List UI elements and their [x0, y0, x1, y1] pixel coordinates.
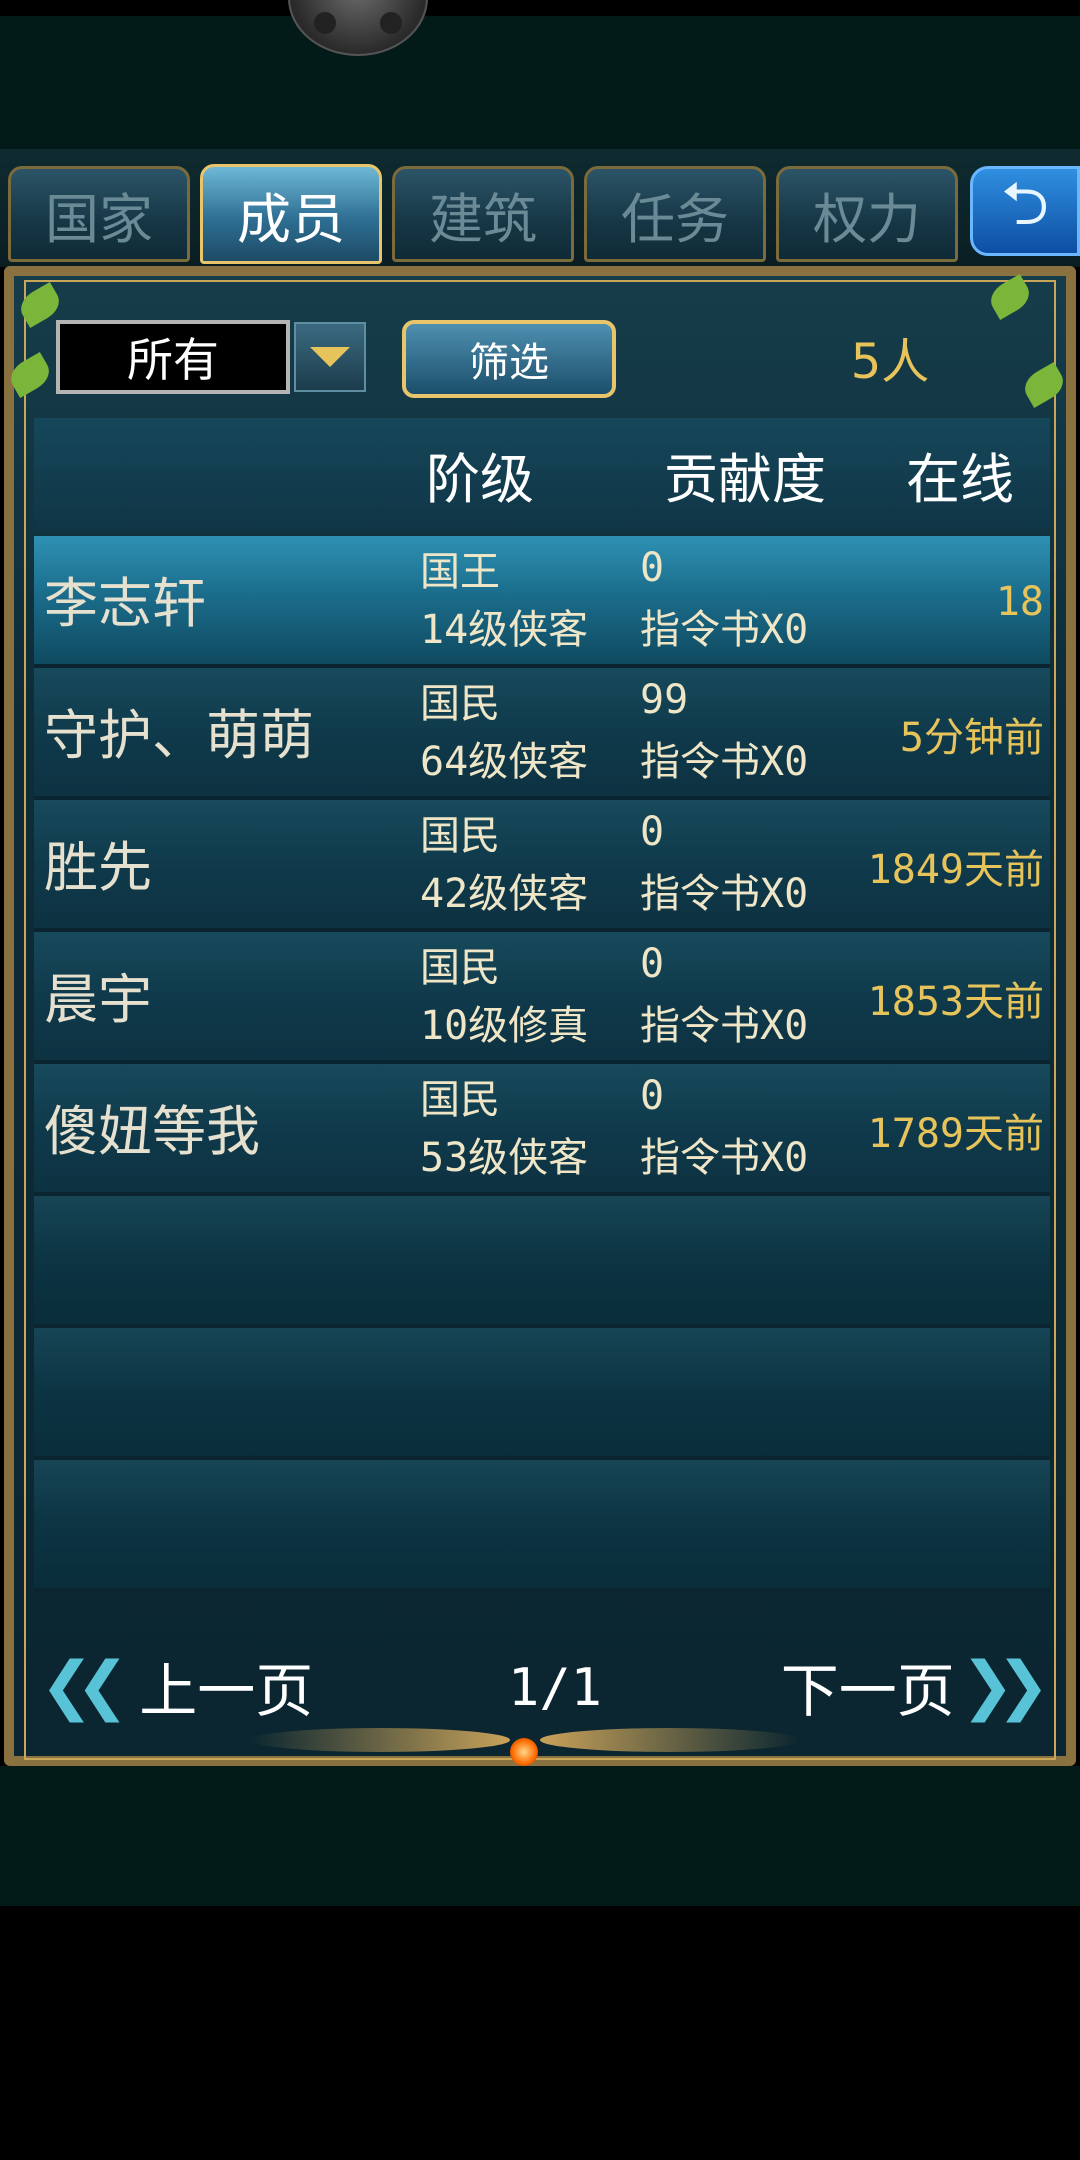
member-contribution: 0 — [640, 809, 665, 855]
filter-select[interactable]: 所有 — [56, 320, 290, 394]
member-contribution: 0 — [640, 545, 665, 591]
member-name: 傻妞等我 — [44, 1099, 260, 1163]
member-name: 晨宇 — [44, 967, 152, 1031]
member-level: 10级修真 — [420, 1003, 589, 1049]
member-contribution: 99 — [640, 677, 689, 723]
next-page-label: 下一页 — [780, 1657, 955, 1725]
member-name: 守护、萌萌 — [44, 703, 314, 767]
member-online: 1849天前 — [867, 847, 1044, 893]
prev-page-button[interactable]: ❮❮ 上一页 — [40, 1646, 340, 1726]
double-chevron-left-icon: ❮❮ — [40, 1649, 129, 1723]
member-orders: 指令书X0 — [640, 1135, 809, 1181]
member-rank: 国民 — [420, 813, 500, 859]
page-indicator: 1/1 — [508, 1658, 602, 1718]
avatar-ear-left — [314, 12, 336, 34]
member-rank: 国民 — [420, 1077, 500, 1123]
back-button[interactable]: ⮌ — [970, 166, 1080, 256]
table-row[interactable]: 傻妞等我 国民 53级侠客 0 指令书X0 1789天前 — [34, 1064, 1050, 1196]
ornament-gem-icon — [510, 1738, 538, 1766]
prev-page-label: 上一页 — [139, 1657, 314, 1725]
chevron-down-icon — [310, 347, 350, 367]
member-orders: 指令书X0 — [640, 871, 809, 917]
ornament-wing-left — [250, 1728, 510, 1752]
bottom-bar — [0, 1766, 1080, 1906]
filter-dropdown-button[interactable] — [294, 322, 366, 392]
member-level: 53级侠客 — [420, 1135, 589, 1181]
tab-country[interactable]: 国家 — [8, 166, 190, 262]
member-contribution: 0 — [640, 1073, 665, 1119]
member-level: 42级侠客 — [420, 871, 589, 917]
avatar-ear-right — [380, 12, 402, 34]
member-rank: 国民 — [420, 681, 500, 727]
empty-row — [34, 1460, 1050, 1592]
empty-row — [34, 1328, 1050, 1460]
member-online: 5分钟前 — [899, 715, 1044, 761]
table-row[interactable]: 晨宇 国民 10级修真 0 指令书X0 1853天前 — [34, 932, 1050, 1064]
member-level: 64级侠客 — [420, 739, 589, 785]
member-online: 1789天前 — [867, 1111, 1044, 1157]
table-row[interactable]: 守护、萌萌 国民 64级侠客 99 指令书X0 5分钟前 — [34, 668, 1050, 800]
member-orders: 指令书X0 — [640, 1003, 809, 1049]
header-online: 在线 — [906, 447, 1014, 511]
next-page-button[interactable]: 下一页 ❯❯ — [760, 1646, 1050, 1726]
table-row[interactable]: 胜先 国民 42级侠客 0 指令书X0 1849天前 — [34, 800, 1050, 932]
member-rank: 国王 — [420, 549, 500, 595]
header-contribution: 贡献度 — [664, 447, 826, 511]
member-orders: 指令书X0 — [640, 607, 809, 653]
table-row[interactable]: 李志轩 国王 14级侠客 0 指令书X0 18 — [34, 536, 1050, 668]
empty-row — [34, 1196, 1050, 1328]
return-arrow-icon: ⮌ — [1000, 169, 1050, 239]
top-banner — [0, 16, 1080, 149]
member-online: 18 — [995, 579, 1044, 625]
member-rank: 国民 — [420, 945, 500, 991]
member-contribution: 0 — [640, 941, 665, 987]
filter-button[interactable]: 筛选 — [402, 320, 616, 398]
member-name: 胜先 — [44, 835, 152, 899]
member-level: 14级侠客 — [420, 607, 589, 653]
tab-power[interactable]: 权力 — [776, 166, 958, 262]
header-rank: 阶级 — [426, 447, 534, 511]
status-strip — [0, 0, 1080, 16]
member-count: 5人 — [850, 334, 930, 390]
double-chevron-right-icon: ❯❯ — [960, 1649, 1050, 1723]
ornament-wing-right — [540, 1728, 800, 1752]
tab-members[interactable]: 成员 — [200, 164, 382, 264]
member-orders: 指令书X0 — [640, 739, 809, 785]
tab-tasks[interactable]: 任务 — [584, 166, 766, 262]
member-online: 1853天前 — [867, 979, 1044, 1025]
tab-buildings[interactable]: 建筑 — [392, 166, 574, 262]
member-name: 李志轩 — [44, 571, 206, 635]
